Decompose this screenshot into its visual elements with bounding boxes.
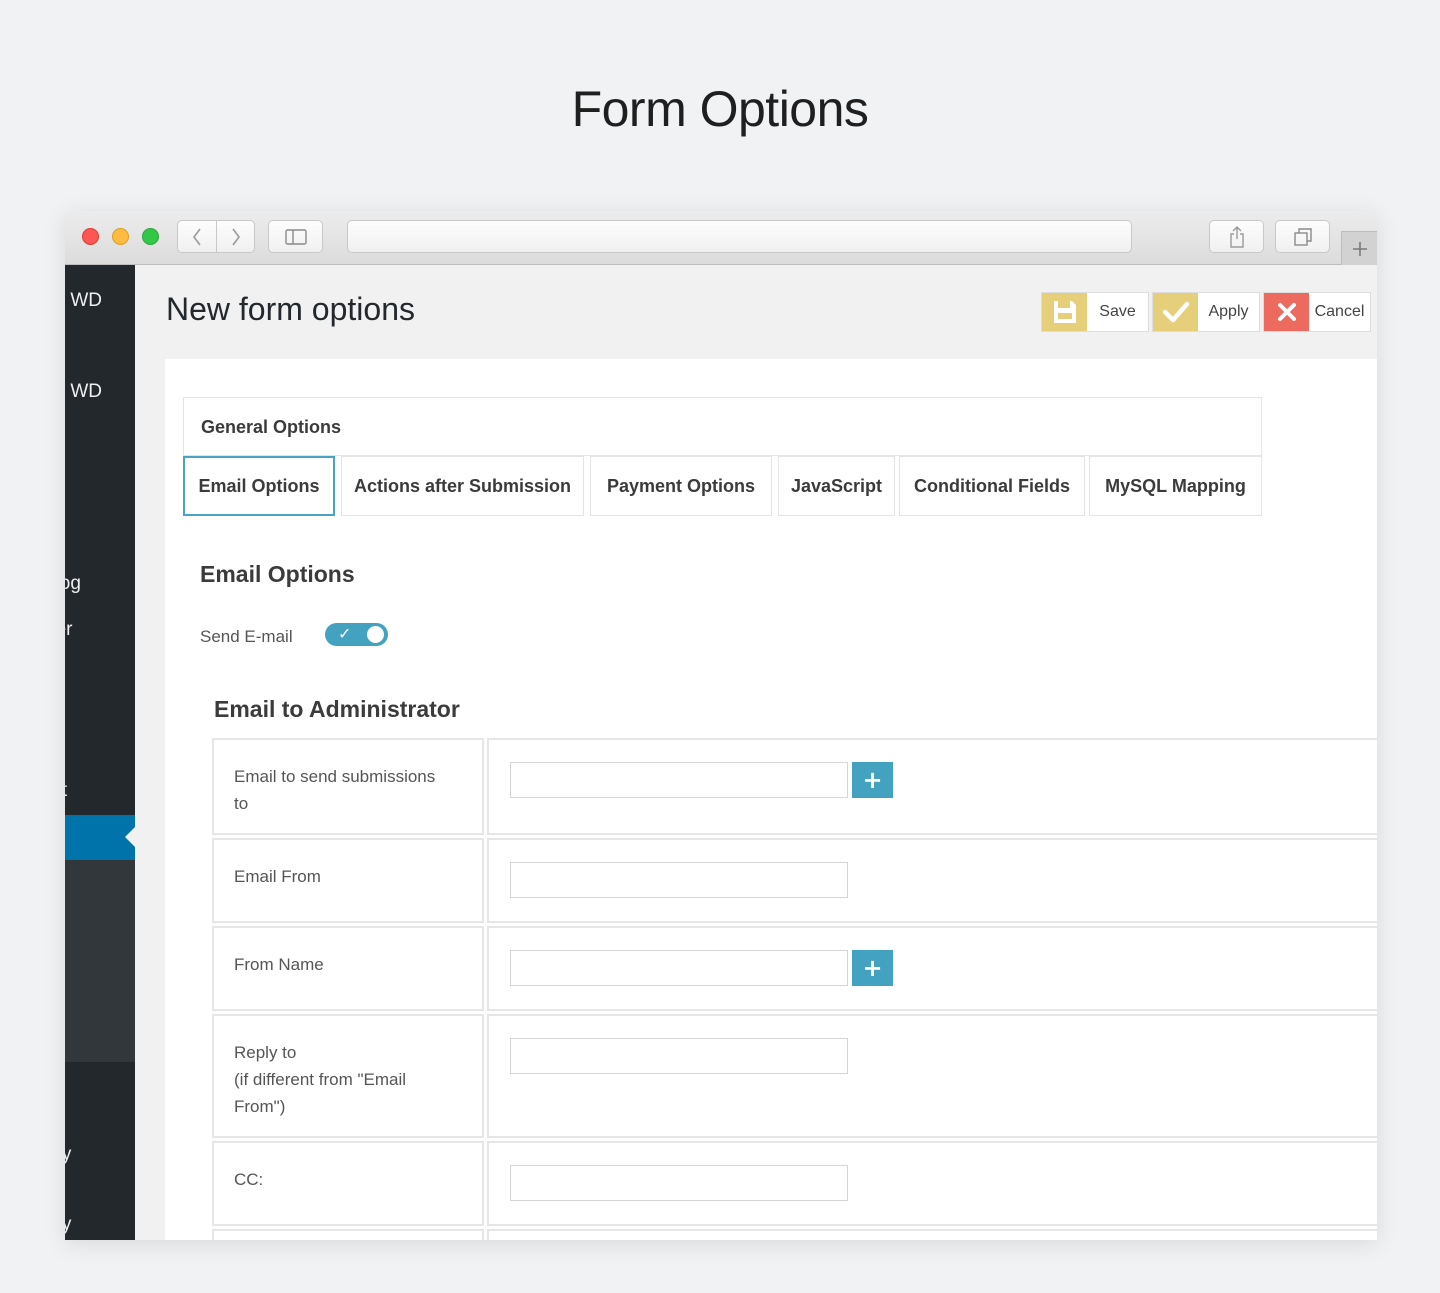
sidebar-toggle-button[interactable]: [268, 220, 323, 253]
email-to-input[interactable]: [510, 762, 848, 798]
admin-menu-item[interactable]: D: [65, 336, 135, 358]
forward-button[interactable]: [216, 221, 254, 252]
reply-to-input[interactable]: [510, 1038, 848, 1074]
admin-menu-item[interactable]: ery: [65, 1144, 135, 1166]
browser-window: ps WD D ps WD alog der u r ort r r ery e…: [65, 211, 1377, 1240]
email-from-label: Email From: [212, 838, 484, 923]
minimize-window-button[interactable]: [112, 228, 129, 245]
browser-toolbar: [65, 211, 1377, 265]
section-heading-email-options: Email Options: [200, 561, 355, 587]
plus-icon: [1352, 241, 1367, 256]
save-button-label: Save: [1099, 303, 1136, 320]
send-email-label: Send E-mail: [200, 627, 293, 646]
add-from-name-button[interactable]: +: [852, 950, 893, 986]
tab-general-options[interactable]: General Options: [183, 397, 1262, 456]
email-to-label: Email to send submissions to: [212, 738, 484, 835]
cc-input[interactable]: [510, 1165, 848, 1201]
from-name-field-cell: +: [487, 926, 1377, 1011]
email-from-input[interactable]: [510, 862, 848, 898]
admin-menu-item[interactable]: u: [65, 710, 135, 732]
toggle-knob: [367, 626, 384, 643]
tab-email-options[interactable]: Email Options: [183, 456, 335, 516]
from-name-label: From Name: [212, 926, 484, 1011]
admin-menu-item[interactable]: ps WD: [65, 381, 135, 403]
plus-icon: +: [862, 954, 883, 982]
admin-sidebar: ps WD D ps WD alog der u r ort r r ery e…: [65, 265, 135, 1240]
admin-menu-item[interactable]: der: [65, 619, 135, 641]
from-name-input[interactable]: [510, 950, 848, 986]
tab-conditional-fields[interactable]: Conditional Fields: [899, 456, 1085, 516]
cc-field-cell: [487, 1141, 1377, 1226]
apply-button[interactable]: Apply: [1152, 292, 1260, 332]
new-tab-button[interactable]: [1341, 231, 1377, 265]
main-content: New form options Save Apply Cancel Gener…: [135, 265, 1377, 1240]
add-email-to-button[interactable]: +: [852, 762, 893, 798]
cancel-button[interactable]: Cancel: [1263, 292, 1371, 332]
show-tabs-button[interactable]: [1275, 220, 1330, 253]
tab-payment-options[interactable]: Payment Options: [590, 456, 772, 516]
share-button[interactable]: [1209, 220, 1264, 253]
admin-menu-item[interactable]: ort: [65, 780, 135, 802]
floppy-disk-icon: [1042, 293, 1087, 331]
address-bar[interactable]: [347, 220, 1132, 253]
admin-menu-item[interactable]: r: [65, 1074, 135, 1096]
tab-actions-after-submission[interactable]: Actions after Submission: [341, 456, 584, 516]
share-icon: [1229, 225, 1244, 248]
admin-submenu: [65, 860, 135, 1062]
admin-menu-item[interactable]: r: [65, 826, 135, 848]
next-row-label: [212, 1229, 484, 1240]
navigation-buttons: [177, 220, 255, 253]
chevron-right-icon: [231, 228, 240, 245]
tab-javascript[interactable]: JavaScript: [778, 456, 895, 516]
reply-to-field-cell: [487, 1014, 1377, 1138]
admin-menu-item[interactable]: alog: [65, 573, 135, 595]
sidebar-icon: [284, 228, 307, 245]
admin-menu-item[interactable]: e: [65, 1168, 135, 1190]
close-window-button[interactable]: [82, 228, 99, 245]
save-button[interactable]: Save: [1041, 292, 1149, 332]
admin-menu-item[interactable]: ery: [65, 1214, 135, 1236]
send-email-toggle[interactable]: ✓: [325, 623, 388, 646]
check-icon: ✓: [338, 624, 352, 643]
tab-mysql-mapping[interactable]: MySQL Mapping: [1089, 456, 1262, 516]
close-icon: [1264, 293, 1309, 331]
plus-icon: +: [862, 766, 883, 794]
back-button[interactable]: [178, 221, 216, 252]
options-panel: General Options Email Options Actions af…: [165, 359, 1377, 1240]
page-title: New form options: [166, 291, 415, 327]
admin-menu-item[interactable]: ps WD: [65, 290, 135, 312]
email-from-field-cell: [487, 838, 1377, 923]
email-to-administrator-heading: Email to Administrator: [214, 696, 460, 722]
email-to-field-cell: +: [487, 738, 1377, 835]
hero-title: Form Options: [571, 81, 869, 137]
cc-label: CC:: [212, 1141, 484, 1226]
admin-menu-item[interactable]: r: [65, 756, 135, 778]
apply-button-label: Apply: [1208, 303, 1249, 320]
check-icon: [1153, 293, 1198, 331]
tabs-overview-icon: [1293, 227, 1312, 246]
reply-to-label: Reply to (if different from "Email From"…: [212, 1014, 484, 1138]
chevron-left-icon: [193, 228, 201, 245]
zoom-window-button[interactable]: [142, 228, 159, 245]
cancel-button-label: Cancel: [1314, 303, 1365, 320]
next-row-field-cell: [487, 1229, 1377, 1240]
